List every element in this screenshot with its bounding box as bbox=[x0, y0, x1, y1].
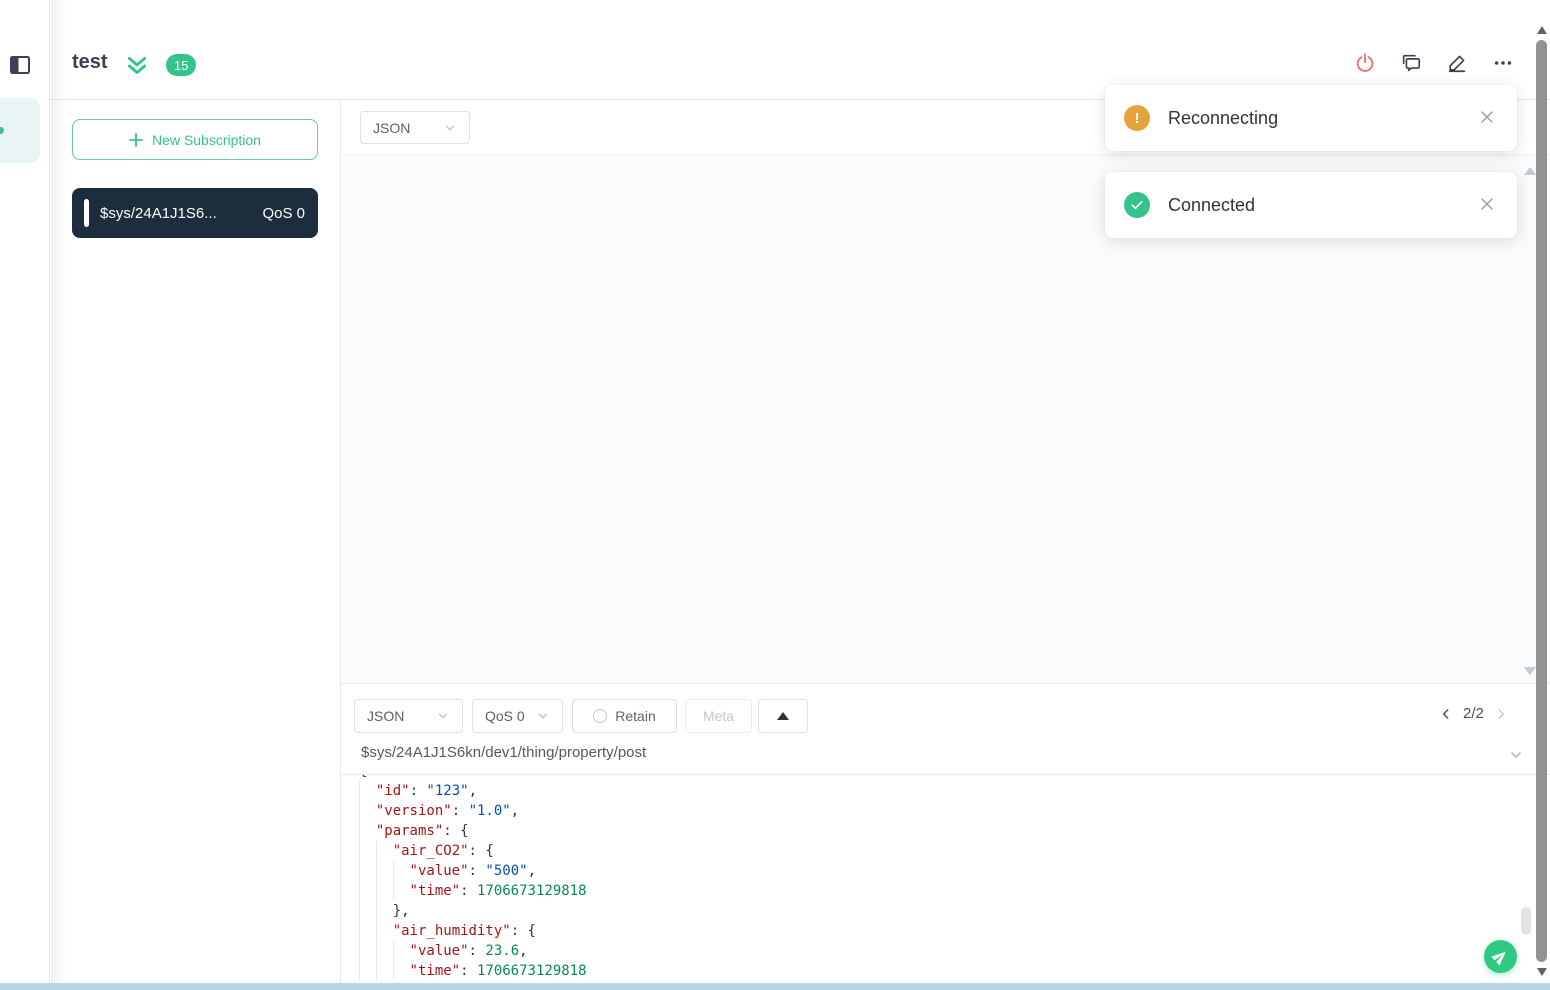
retain-toggle[interactable]: Retain bbox=[572, 699, 677, 733]
connections-rail bbox=[0, 0, 50, 990]
connection-list-item-partial[interactable] bbox=[0, 98, 40, 163]
success-check-icon bbox=[1124, 192, 1150, 218]
exclamation-glyph: ! bbox=[1134, 109, 1140, 127]
editor-scrollbar-thumb[interactable] bbox=[1521, 907, 1531, 935]
code-line[interactable]: "air_humidity": { bbox=[359, 921, 1522, 941]
header-actions bbox=[1354, 52, 1514, 74]
chevron-down-icon bbox=[438, 713, 448, 719]
page-indicator: 2/2 bbox=[1463, 705, 1484, 722]
message-format-value: JSON bbox=[373, 119, 411, 136]
meta-button[interactable]: Meta bbox=[685, 699, 752, 733]
code-line[interactable]: "version": "1.0", bbox=[359, 801, 1522, 821]
more-options-icon[interactable] bbox=[1492, 52, 1514, 74]
scrollbar-down-arrow[interactable] bbox=[1537, 968, 1547, 976]
toast-connected: Connected bbox=[1105, 172, 1517, 238]
payload-code: {"id": "123","version": "1.0","params": … bbox=[341, 775, 1522, 981]
subscription-color-bar bbox=[84, 199, 89, 227]
code-line[interactable]: "value": "500", bbox=[359, 861, 1522, 881]
window-bottom-edge bbox=[0, 983, 1550, 990]
topic-input[interactable]: $sys/24A1J1S6kn/dev1/thing/property/post bbox=[361, 744, 646, 761]
code-line[interactable]: "id": "123", bbox=[359, 781, 1522, 801]
close-icon[interactable] bbox=[1477, 194, 1497, 214]
code-line[interactable]: }, bbox=[359, 901, 1522, 921]
scrollbar-up-arrow[interactable] bbox=[1537, 26, 1547, 34]
mqtt-client-window: test 15 New Subscription $sys/24A1J1S6..… bbox=[0, 0, 1550, 990]
close-icon[interactable] bbox=[1477, 107, 1497, 127]
new-subscription-label: New Subscription bbox=[152, 131, 261, 148]
chevron-down-icon bbox=[445, 125, 455, 130]
topic-row: $sys/24A1J1S6kn/dev1/thing/property/post bbox=[341, 734, 1550, 775]
topic-chevron-down-icon[interactable] bbox=[1508, 747, 1524, 763]
send-button[interactable] bbox=[1484, 940, 1517, 973]
publish-panel: JSON QoS 0 Retain Meta 2/2 $sys/24A1J1S6… bbox=[341, 685, 1550, 990]
warning-icon: ! bbox=[1124, 105, 1150, 131]
sidebar-toggle-icon[interactable] bbox=[8, 53, 32, 77]
toast-message: Connected bbox=[1168, 194, 1256, 215]
unread-count-badge: 15 bbox=[166, 54, 197, 76]
double-chevron-down-icon[interactable] bbox=[124, 53, 150, 79]
triangle-up-icon bbox=[777, 712, 789, 720]
toast-message: Reconnecting bbox=[1168, 107, 1279, 128]
retain-label: Retain bbox=[615, 708, 656, 724]
new-subscription-button[interactable]: New Subscription bbox=[72, 119, 318, 160]
code-line[interactable]: "time": 1706673129818 bbox=[359, 881, 1522, 901]
code-line[interactable]: "time": 1706673129818 bbox=[359, 961, 1522, 981]
prev-page-icon[interactable] bbox=[1439, 707, 1453, 721]
code-line[interactable]: "params": { bbox=[359, 821, 1522, 841]
toast-reconnecting: ! Reconnecting bbox=[1105, 85, 1517, 151]
payload-format-value: JSON bbox=[367, 708, 405, 724]
payload-format-select[interactable]: JSON bbox=[354, 699, 463, 733]
messages-chat-icon[interactable] bbox=[1400, 52, 1422, 74]
qos-select[interactable]: QoS 0 bbox=[472, 699, 563, 733]
subscription-qos: QoS 0 bbox=[262, 204, 305, 222]
code-line[interactable]: "value": 23.6, bbox=[359, 941, 1522, 961]
connection-name: test bbox=[72, 51, 108, 73]
disconnect-power-icon[interactable] bbox=[1354, 52, 1376, 74]
paper-plane-icon bbox=[1491, 951, 1506, 966]
subscriptions-panel: New Subscription $sys/24A1J1S6... QoS 0 bbox=[50, 100, 341, 990]
next-page-icon[interactable] bbox=[1494, 707, 1508, 721]
chevron-down-icon bbox=[538, 713, 548, 719]
message-format-select[interactable]: JSON bbox=[360, 111, 470, 144]
subscription-topic: $sys/24A1J1S6... bbox=[100, 204, 217, 222]
plus-icon bbox=[129, 132, 143, 147]
edit-pencil-icon[interactable] bbox=[1446, 52, 1468, 74]
pagination: 2/2 bbox=[1439, 705, 1508, 722]
collapse-panel-button[interactable] bbox=[758, 699, 808, 733]
subscription-item[interactable]: $sys/24A1J1S6... QoS 0 bbox=[72, 188, 318, 238]
window-scrollbar bbox=[1535, 0, 1550, 990]
scrollbar-thumb[interactable] bbox=[1536, 40, 1547, 962]
payload-editor[interactable]: {"id": "123","version": "1.0","params": … bbox=[341, 775, 1522, 983]
code-line[interactable]: "air_CO2": { bbox=[359, 841, 1522, 861]
qos-value: QoS 0 bbox=[485, 708, 525, 724]
retain-radio-icon bbox=[593, 709, 608, 723]
